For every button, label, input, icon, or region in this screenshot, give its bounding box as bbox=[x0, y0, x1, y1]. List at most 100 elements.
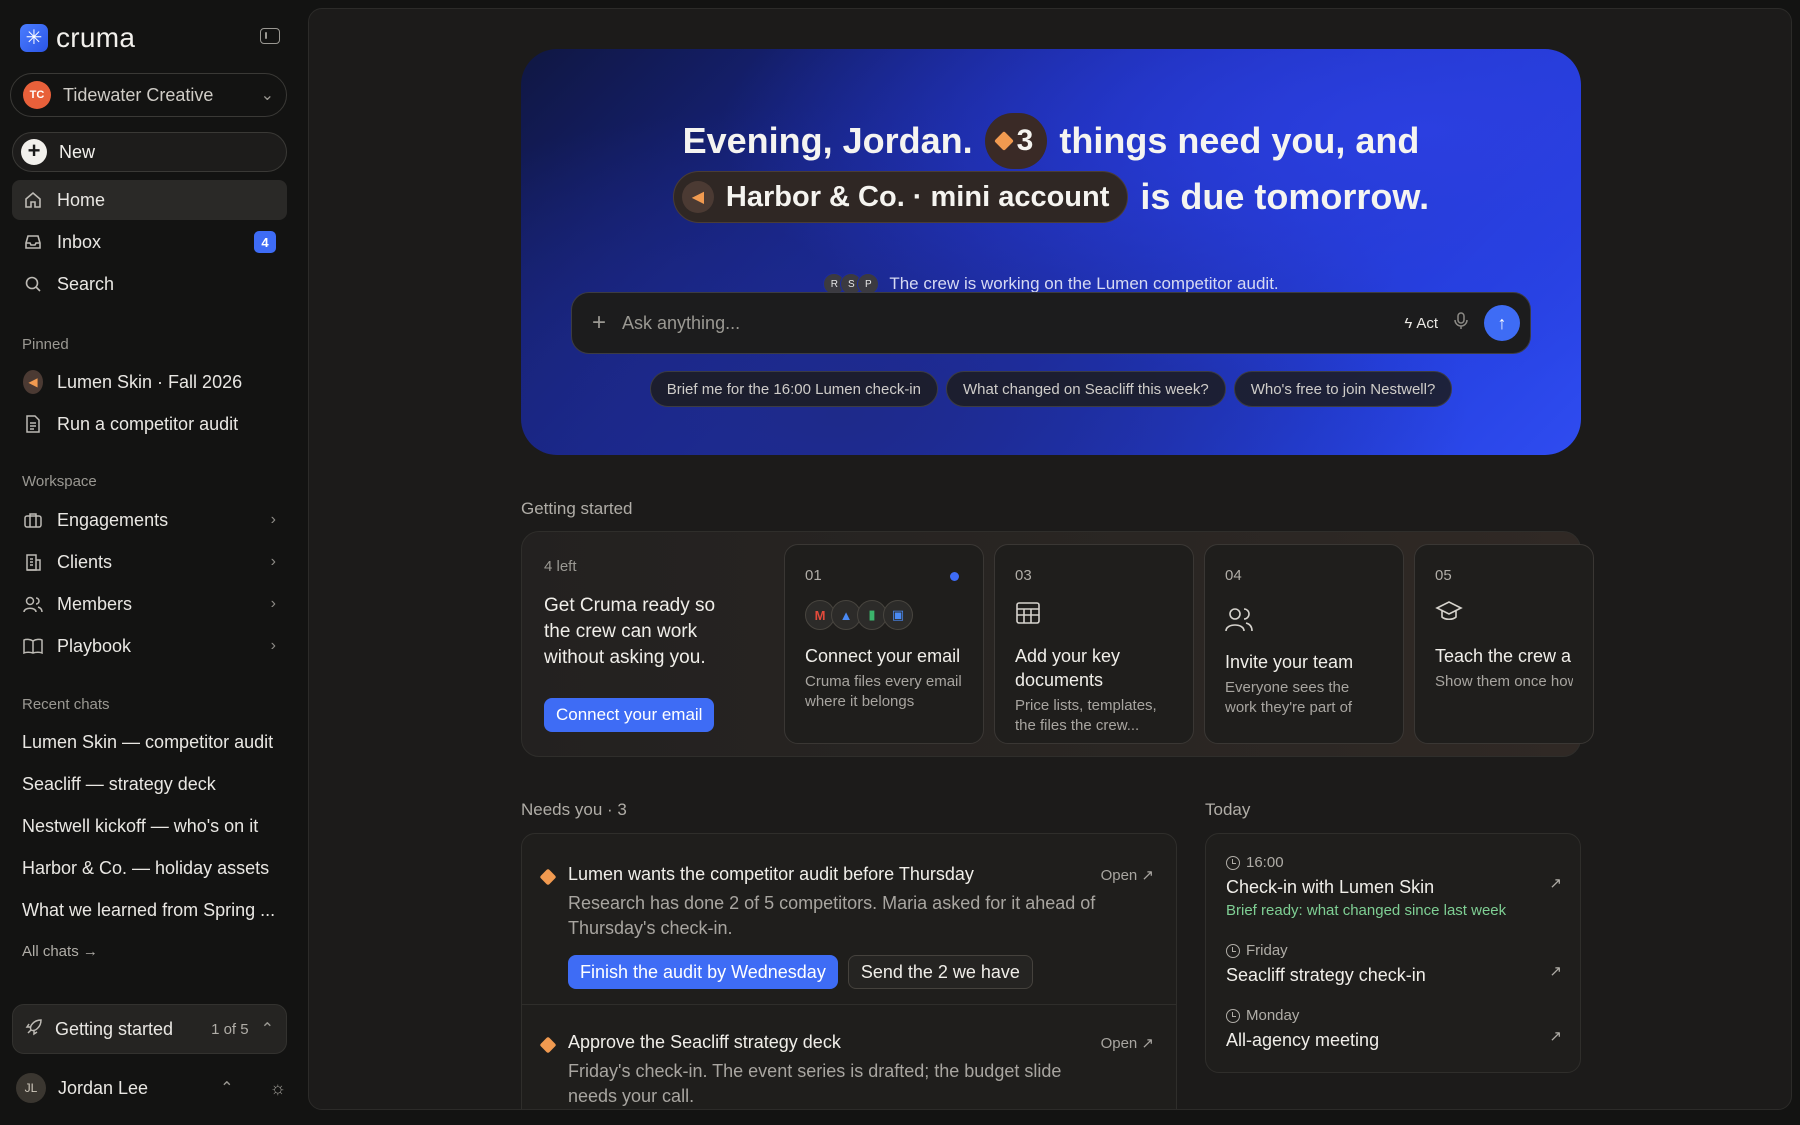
users-icon bbox=[23, 594, 43, 614]
need-item[interactable]: Lumen wants the competitor audit before … bbox=[522, 864, 1176, 989]
nav-search[interactable]: Search bbox=[12, 264, 287, 304]
hero-panel: Evening, Jordan. 3 things need you, and … bbox=[521, 49, 1581, 455]
act-button[interactable]: ϟ Act bbox=[1404, 315, 1438, 332]
step-title: Invite your team bbox=[1225, 652, 1354, 672]
today-event[interactable]: 16:00 Check-in with Lumen Skin Brief rea… bbox=[1226, 854, 1562, 919]
sidebar: ✳ cruma TC Tidewater Creative ⌄ + New Ho… bbox=[0, 0, 302, 1125]
event-title: All-agency meeting bbox=[1226, 1030, 1380, 1050]
diamond-icon bbox=[993, 131, 1014, 151]
recent-chat-item[interactable]: What we learned from Spring ... bbox=[22, 900, 275, 921]
needs-count-pill[interactable]: 3 bbox=[984, 113, 1048, 169]
avatar: JL bbox=[16, 1073, 46, 1103]
microphone-icon[interactable] bbox=[1454, 311, 1468, 335]
workspace-item-members[interactable]: Members › bbox=[12, 584, 287, 624]
recent-chat-item[interactable]: Lumen Skin — competitor audit bbox=[22, 732, 273, 753]
nav-inbox-label: Inbox bbox=[57, 231, 102, 252]
event-time-text: Monday bbox=[1246, 1007, 1300, 1024]
getting-started-intro: 4 left Get Cruma ready so the crew can w… bbox=[544, 558, 744, 671]
clock-icon bbox=[1226, 943, 1240, 958]
workspace-item-label: Engagements bbox=[57, 509, 169, 530]
users-icon bbox=[1225, 606, 1383, 636]
step-desc: Cruma files every email where it belongs bbox=[805, 673, 962, 710]
ask-input[interactable] bbox=[622, 312, 1389, 334]
send-two-button[interactable]: Send the 2 we have bbox=[847, 955, 1033, 989]
recent-chats-label: Recent chats bbox=[22, 696, 110, 713]
step-desc: Show them once how you do something bbox=[1435, 673, 1573, 690]
suggestion-chip[interactable]: What changed on Seacliff this week? bbox=[945, 371, 1226, 407]
step-title: Teach the crew a skill bbox=[1435, 646, 1573, 666]
connect-email-button[interactable]: Connect your email bbox=[544, 698, 715, 732]
workspace-item-clients[interactable]: Clients › bbox=[12, 542, 287, 582]
act-label: Act bbox=[1416, 314, 1438, 332]
open-link[interactable]: Open ↗ bbox=[1101, 1034, 1154, 1052]
event-time: Monday bbox=[1226, 1007, 1562, 1024]
clock-icon bbox=[1226, 855, 1240, 870]
plus-icon[interactable]: + bbox=[592, 309, 606, 337]
active-step-dot bbox=[950, 572, 959, 581]
theme-toggle-icon[interactable]: ☼ bbox=[270, 1078, 287, 1099]
workspace-item-engagements[interactable]: Engagements › bbox=[12, 500, 287, 540]
need-desc: Research has done 2 of 5 competitors. Ma… bbox=[568, 893, 1096, 938]
needs-you-panel: Lumen wants the competitor audit before … bbox=[521, 833, 1177, 1109]
pinned-item-label: Lumen Skin · Fall 2026 bbox=[57, 371, 243, 392]
suggestion-chip[interactable]: Brief me for the 16:00 Lumen check-in bbox=[649, 371, 938, 407]
workspace-item-label: Members bbox=[57, 593, 133, 614]
hero-line-2: ◀ Harbor & Co. · mini account is due tom… bbox=[521, 171, 1581, 223]
account-name: Harbor & Co. · mini account bbox=[725, 180, 1110, 213]
step-title: Connect your email bbox=[805, 646, 961, 666]
brand-name: cruma bbox=[56, 22, 136, 53]
lightning-icon: ϟ bbox=[1404, 314, 1413, 332]
getting-started-card[interactable]: Getting started 1 of 5 ⌃ bbox=[12, 1004, 287, 1054]
step-card-email[interactable]: 01 M ▲ ▮ ▣ Connect your email Cruma file… bbox=[784, 544, 984, 744]
user-menu[interactable]: JL Jordan Lee ⌃ ☼ bbox=[16, 1072, 286, 1104]
step-card-skill[interactable]: 05 Teach the crew a skill Show them once… bbox=[1414, 544, 1594, 744]
diamond-icon bbox=[539, 868, 557, 886]
needs-you-label: Needs you bbox=[521, 800, 603, 819]
need-title: Approve the Seacliff strategy deck bbox=[568, 1032, 841, 1052]
calendar-icon: ▣ bbox=[883, 600, 913, 630]
nav-home[interactable]: Home bbox=[12, 180, 287, 220]
needs-you-count: · 3 bbox=[607, 800, 627, 819]
email-provider-icons: M ▲ ▮ ▣ bbox=[805, 600, 963, 630]
getting-started-count: 1 of 5 bbox=[211, 1020, 249, 1038]
sidebar-toggle-icon[interactable] bbox=[260, 28, 280, 44]
today-panel: 16:00 Check-in with Lumen Skin Brief rea… bbox=[1205, 833, 1581, 1073]
megaphone-icon: ◀ bbox=[681, 181, 714, 213]
nav-home-label: Home bbox=[57, 189, 106, 210]
need-item[interactable]: Approve the Seacliff strategy deck Open … bbox=[522, 1032, 1176, 1109]
nav-inbox[interactable]: Inbox 4 bbox=[12, 222, 287, 262]
event-title: Check-in with Lumen Skin bbox=[1226, 877, 1435, 897]
open-link[interactable]: Open ↗ bbox=[1101, 866, 1154, 884]
workspace-item-playbook[interactable]: Playbook › bbox=[12, 626, 287, 666]
all-chats-link[interactable]: All chats → bbox=[22, 943, 98, 960]
new-button[interactable]: + New bbox=[12, 132, 287, 172]
today-event[interactable]: Friday Seacliff strategy check-in ↗ bbox=[1226, 942, 1562, 986]
cruma-logo-icon: ✳ bbox=[20, 24, 48, 52]
ask-box: + ϟ Act ↑ bbox=[571, 292, 1531, 354]
send-button[interactable]: ↑ bbox=[1484, 305, 1520, 341]
hero-line-2-rest: is due tomorrow. bbox=[1140, 176, 1430, 217]
org-switcher[interactable]: TC Tidewater Creative ⌄ bbox=[10, 73, 287, 117]
pinned-item-lumen[interactable]: ◀ Lumen Skin · Fall 2026 bbox=[12, 362, 287, 402]
brand[interactable]: ✳ cruma bbox=[20, 22, 135, 54]
account-pill[interactable]: ◀ Harbor & Co. · mini account bbox=[672, 171, 1129, 223]
chevron-down-icon: ⌄ bbox=[260, 87, 274, 104]
getting-started-title: Get Cruma ready so the crew can work wit… bbox=[544, 595, 716, 668]
clock-icon bbox=[1226, 1008, 1240, 1023]
step-card-documents[interactable]: 03 Add your key documents Price lists, t… bbox=[994, 544, 1194, 744]
today-event[interactable]: Monday All-agency meeting ↗ bbox=[1226, 1007, 1562, 1051]
suggestion-chip[interactable]: Who's free to join Nestwell? bbox=[1233, 371, 1453, 407]
chevron-up-icon[interactable]: ⌃ bbox=[220, 1078, 233, 1098]
step-number: 04 bbox=[1225, 567, 1242, 584]
recent-chat-item[interactable]: Seacliff — strategy deck bbox=[22, 774, 216, 795]
event-time: 16:00 bbox=[1226, 854, 1562, 871]
chevron-right-icon: › bbox=[270, 637, 276, 654]
need-desc: Friday's check-in. The event series is d… bbox=[568, 1061, 1062, 1106]
finish-audit-button[interactable]: Finish the audit by Wednesday bbox=[568, 955, 838, 989]
event-time-text: 16:00 bbox=[1246, 854, 1284, 871]
pinned-item-audit[interactable]: Run a competitor audit bbox=[12, 404, 287, 444]
step-card-team[interactable]: 04 Invite your team Everyone sees the wo… bbox=[1204, 544, 1404, 744]
inbox-icon bbox=[23, 232, 43, 252]
recent-chat-item[interactable]: Nestwell kickoff — who's on it bbox=[22, 816, 258, 837]
recent-chat-item[interactable]: Harbor & Co. — holiday assets bbox=[22, 858, 269, 879]
